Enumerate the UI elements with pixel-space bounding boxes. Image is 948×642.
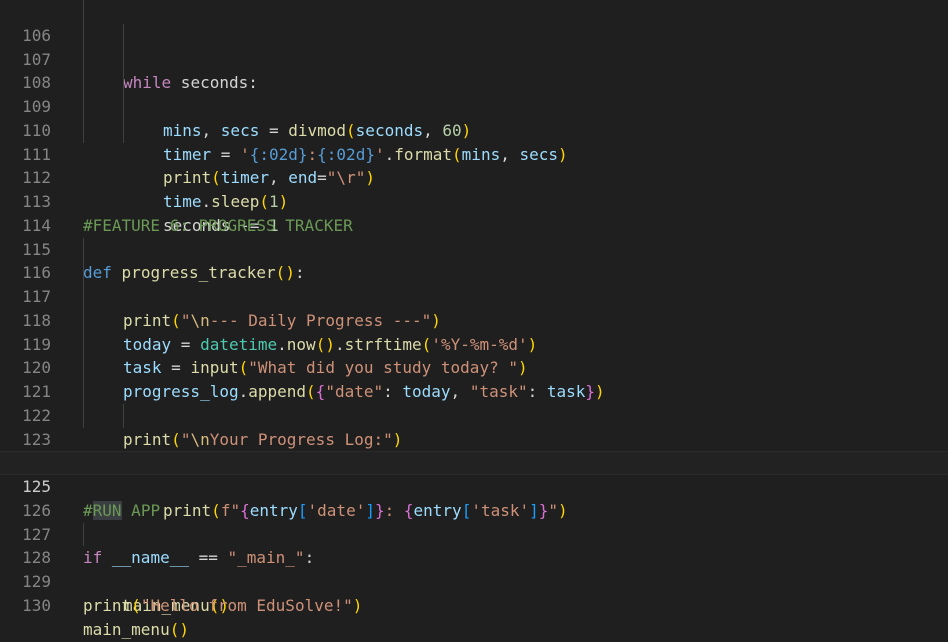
indent-guide	[83, 23, 84, 48]
bracket: )	[352, 595, 363, 615]
indent-guide	[123, 118, 124, 143]
code-line[interactable]: 127 if __name__ == "_main_":	[0, 499, 948, 568]
indent-guide	[83, 285, 84, 309]
token: main_menu	[83, 619, 170, 639]
code-line[interactable]: 126	[0, 475, 948, 520]
indent-guide	[83, 403, 84, 428]
editor-lines[interactable]: 106 while seconds: 107 mins, secs = divm…	[0, 0, 948, 639]
current-code-line[interactable]: 125 #RUN APP	[0, 451, 948, 521]
indent-guide	[83, 380, 84, 404]
code-text: main_menu()	[83, 618, 189, 642]
code-text: print("Hello from EduSolve!")	[83, 594, 362, 618]
bracket: (	[131, 595, 141, 615]
indent-guide	[123, 95, 124, 119]
indent-guide	[83, 332, 84, 357]
code-line[interactable]: 112	[0, 143, 948, 187]
indent-guide	[83, 261, 84, 285]
code-line[interactable]: 120	[0, 332, 948, 377]
code-line[interactable]: 129 print("Hello from EduSolve!")	[0, 546, 948, 615]
code-line[interactable]: 115 def progress_tracker():	[0, 214, 948, 283]
indent-guide	[83, 47, 84, 72]
code-line[interactable]: 108 timer = '{:02d}:{:02d}'.format(mins,…	[0, 47, 948, 164]
code-editor[interactable]: 106 while seconds: 107 mins, secs = divm…	[0, 0, 948, 642]
indent-guide	[83, 522, 84, 547]
indent-guide	[123, 23, 124, 48]
code-line[interactable]: 118 task = input("What did you study tod…	[0, 285, 948, 377]
indent-guide	[123, 47, 124, 72]
code-line[interactable]: 122 for entry in progress_log:	[0, 380, 948, 472]
indent-guide	[83, 71, 84, 95]
indent-guide	[83, 237, 84, 262]
token: "Hello from EduSolve!"	[140, 595, 353, 615]
code-line[interactable]: 130 main_menu()	[0, 570, 948, 639]
code-line[interactable]: 114	[0, 190, 948, 235]
indent-guide	[83, 0, 84, 24]
code-line[interactable]: 119 progress_log.append({"date": today, …	[0, 308, 948, 401]
code-line[interactable]: 113 #FEATURE 6: PROGRESS TRACKER	[0, 166, 948, 235]
code-line[interactable]: 128 main_menu()	[0, 522, 948, 615]
code-line[interactable]: 116 print("\n--- Daily Progress ---")	[0, 237, 948, 330]
token: print	[83, 595, 132, 615]
line-number[interactable]: 130	[0, 594, 51, 618]
indent-guide	[83, 308, 84, 333]
bracket: (	[169, 619, 180, 639]
code-line[interactable]: 123 print(f"{entry['date']}: {entry['tas…	[0, 403, 948, 520]
code-line[interactable]: 109 print(timer, end="\r")	[0, 71, 948, 187]
code-line[interactable]: 107 mins, secs = divmod(seconds, 60)	[0, 23, 948, 140]
code-line[interactable]: 110 time.sleep(1)	[0, 95, 948, 211]
bracket: )	[179, 619, 189, 639]
code-line[interactable]: 121 print("\nYour Progress Log:")	[0, 356, 948, 449]
indent-guide	[83, 118, 84, 143]
indent-guide	[123, 71, 124, 95]
code-line[interactable]: 117 today = datetime.now().strftime('%Y-…	[0, 261, 948, 354]
code-line[interactable]: 111 seconds -= 1	[0, 118, 948, 235]
indent-guide	[83, 356, 84, 380]
indent-guide	[83, 95, 84, 119]
code-line[interactable]: 124	[0, 428, 948, 472]
code-line[interactable]: 106 while seconds:	[0, 0, 948, 92]
indent-guide	[123, 403, 124, 428]
